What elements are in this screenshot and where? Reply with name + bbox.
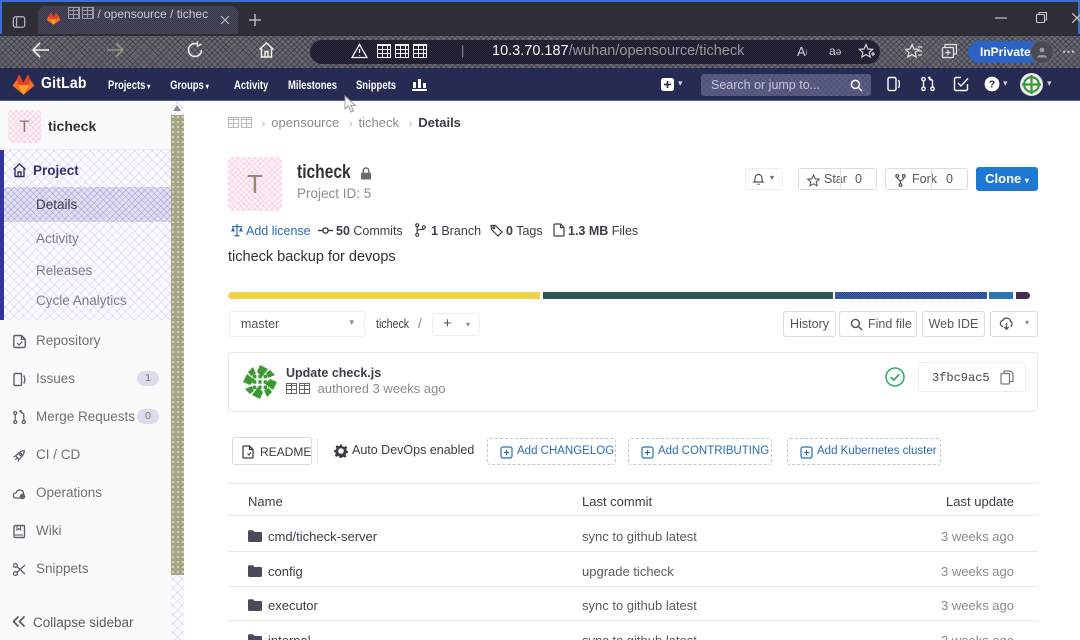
svg-text:?: ? — [989, 79, 995, 91]
